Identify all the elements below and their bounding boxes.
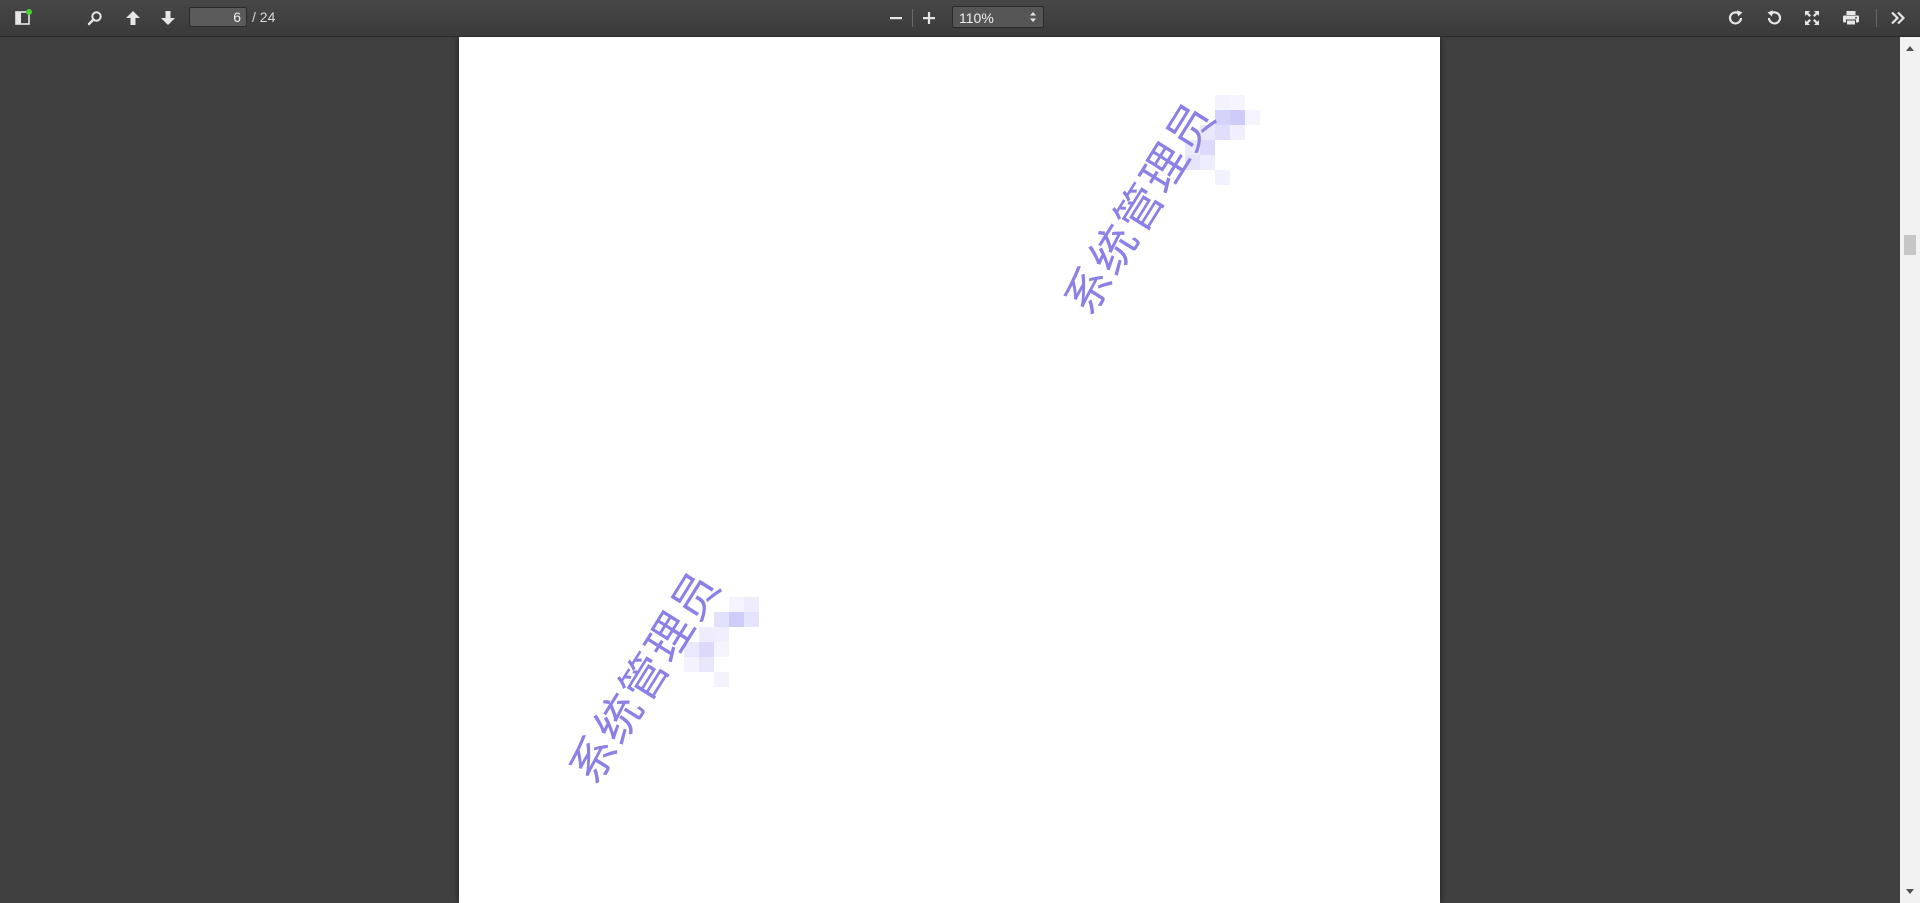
zoom-out-button[interactable]: [881, 5, 911, 31]
zoom-in-button[interactable]: [914, 5, 944, 31]
watermark-text: 系统管理员: [558, 560, 732, 793]
zoom-value: 110%: [959, 10, 994, 26]
arrow-down-icon: [161, 11, 175, 25]
watermark-text: 系统管理员: [1053, 91, 1227, 324]
zoom-select[interactable]: 110%: [952, 6, 1044, 28]
scrollbar-thumb[interactable]: [1904, 235, 1916, 255]
page-number-input[interactable]: [189, 7, 247, 27]
previous-page-button[interactable]: [118, 5, 148, 31]
toolbar-separator: [1876, 9, 1877, 27]
scroll-up-icon[interactable]: [1904, 43, 1916, 55]
presentation-mode-button[interactable]: [1797, 5, 1827, 31]
rotate-clockwise-button[interactable]: [1721, 5, 1751, 31]
find-button[interactable]: [80, 5, 110, 31]
page-count-label: / 24: [252, 9, 276, 25]
double-chevron-right-icon: [1891, 11, 1906, 25]
document-viewer[interactable]: 系统管理员 系统管理员: [0, 37, 1900, 903]
minus-icon: [890, 17, 902, 20]
zoom-separator: [912, 9, 913, 27]
fullscreen-icon: [1805, 11, 1819, 25]
next-page-button[interactable]: [153, 5, 183, 31]
rotate-counterclockwise-icon: [1767, 10, 1782, 25]
arrow-up-icon: [126, 11, 140, 25]
tools-menu-button[interactable]: [1883, 5, 1913, 31]
plus-icon: [923, 12, 935, 24]
sidebar-toggle-icon: [15, 9, 32, 25]
print-button[interactable]: [1836, 5, 1866, 31]
sidebar-toggle-button[interactable]: [8, 5, 38, 31]
rotate-clockwise-icon: [1728, 10, 1743, 25]
search-icon: [87, 11, 102, 26]
print-icon: [1843, 11, 1859, 26]
rotate-counterclockwise-button[interactable]: [1759, 5, 1789, 31]
scroll-down-icon[interactable]: [1904, 885, 1916, 897]
pdf-page: 系统管理员 系统管理员: [459, 37, 1440, 903]
pdf-toolbar: / 24 110%: [0, 0, 1920, 37]
vertical-scrollbar[interactable]: [1900, 37, 1920, 903]
select-arrows-icon: [1030, 12, 1036, 22]
